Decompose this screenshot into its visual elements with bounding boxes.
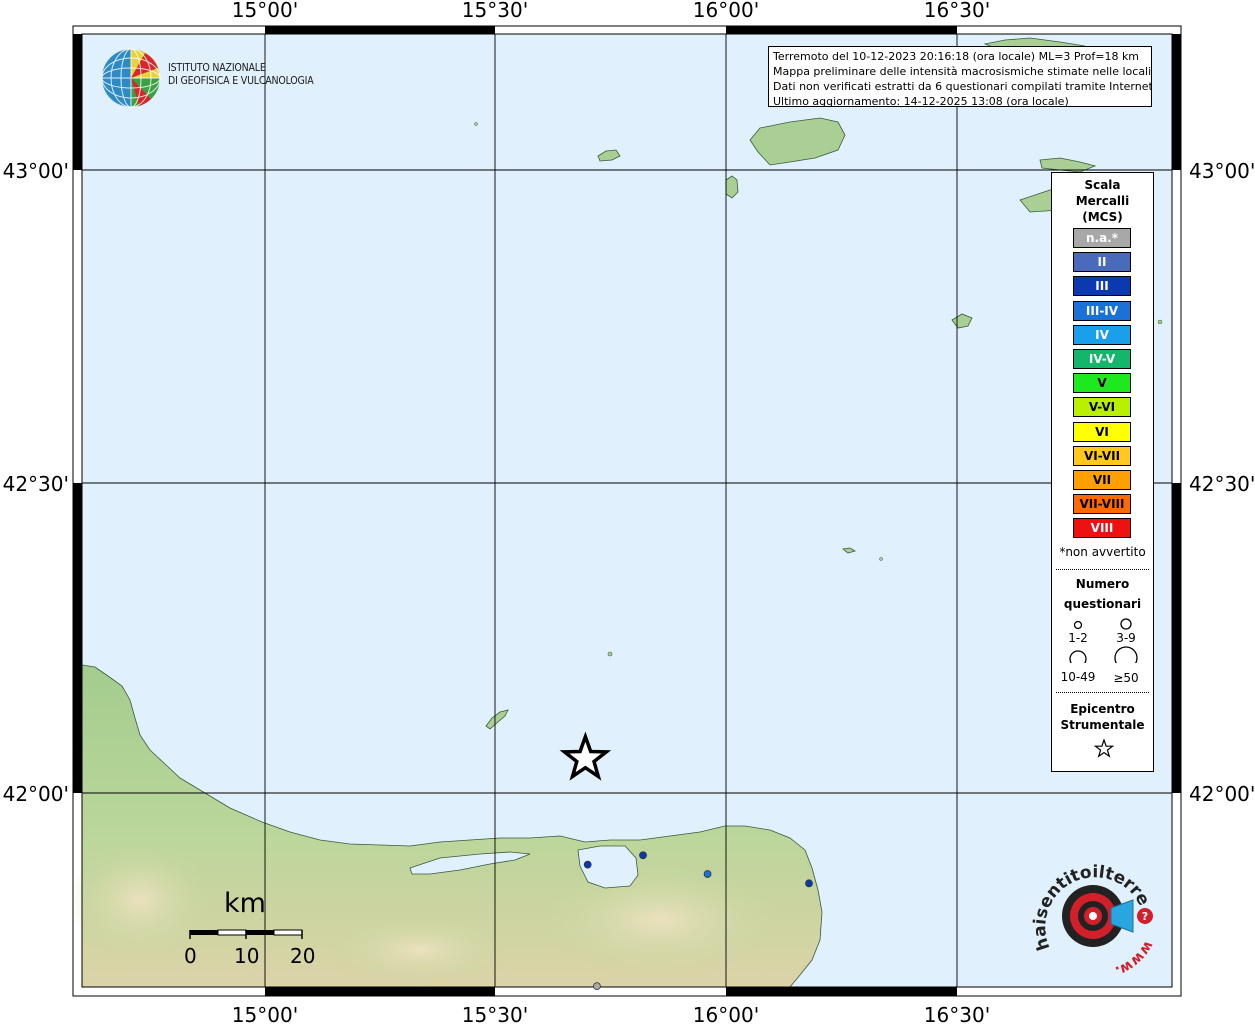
gargano-hills	[540, 865, 780, 975]
legend-swatch: VII-VIII	[1073, 494, 1131, 515]
lat-label-right: 43°00'	[1189, 159, 1255, 183]
legend-swatch: IV	[1073, 324, 1131, 345]
lat-label-right: 42°00'	[1189, 782, 1255, 806]
inland-hills	[70, 840, 210, 960]
epi-title: Epicentro	[1070, 702, 1135, 716]
info-line: Terremoto del 10-12-2023 20:16:18 (ora l…	[773, 50, 1140, 63]
legend-swatch: II	[1073, 252, 1131, 273]
islet-b	[474, 122, 478, 126]
scale-unit: km	[224, 888, 266, 919]
lat-label-left: 42°00'	[3, 782, 69, 806]
islet-a	[879, 557, 883, 561]
inland-hills-2	[330, 915, 510, 985]
ingv-name-line2: DI GEOFISICA E VULCANOLOGIA	[168, 75, 314, 87]
scale-tick-label: 10	[234, 944, 260, 968]
lon-label-top: 16°30'	[924, 0, 990, 22]
scale-tick-label: 20	[290, 944, 316, 968]
top-lon-labels: 15°00' 15°30' 16°00' 16°30'	[232, 0, 990, 22]
right-lat-labels: 43°00' 42°30' 42°00'	[1189, 159, 1255, 806]
info-line: Ultimo aggiornamento: 14-12-2025 13:08 (…	[773, 95, 1069, 107]
count-title: questionari	[1063, 597, 1142, 611]
report-marker	[593, 982, 601, 991]
lon-label-top: 15°00'	[232, 0, 298, 22]
legend-note: *non avvertito	[1059, 545, 1146, 559]
islet-c	[1157, 319, 1163, 325]
count-label: 1-2	[1068, 631, 1088, 645]
legend-title: Mercalli	[1075, 194, 1130, 208]
scale-tick-label: 0	[184, 944, 197, 968]
lon-label-bottom: 15°30'	[462, 1003, 528, 1024]
pianosa-islet	[607, 651, 613, 657]
legend-swatch: IV-V	[1073, 349, 1131, 369]
lat-label-left: 43°00'	[3, 159, 69, 183]
legend-swatch: V-VI	[1073, 397, 1131, 418]
lon-label-bottom: 15°00'	[232, 1003, 298, 1024]
ingv-globe-icon	[101, 48, 161, 108]
circle-size-1	[1073, 620, 1083, 630]
legend-swatch: VI-VII	[1073, 445, 1131, 466]
legend-swatch: V	[1073, 373, 1131, 394]
count-label: 10-49	[1060, 670, 1096, 684]
legend-swatch: VIII	[1073, 518, 1131, 539]
legend-divider	[1056, 692, 1149, 693]
lat-label-right: 42°30'	[1189, 472, 1255, 496]
report-marker	[805, 879, 813, 888]
legend-swatch: VII	[1073, 470, 1131, 490]
circle-size-4	[1114, 646, 1138, 663]
report-marker	[639, 851, 647, 860]
bottom-lon-labels: 15°00' 15°30' 16°00' 16°30'	[232, 1003, 990, 1024]
count-title: Numero	[1075, 577, 1130, 591]
epi-title: Strumentale	[1060, 718, 1145, 732]
count-label: 3-9	[1116, 631, 1136, 645]
left-lat-labels: 43°00' 42°30' 42°00'	[3, 159, 69, 806]
svg-text:?: ?	[1142, 910, 1148, 923]
info-line: Mappa preliminare delle intensità macros…	[773, 65, 1152, 78]
lon-label-top: 16°00'	[693, 0, 759, 22]
epicenter-star-icon	[1094, 739, 1114, 758]
legend-title: Scala	[1084, 178, 1121, 192]
report-marker	[703, 870, 712, 878]
scale-bar	[189, 929, 303, 939]
circle-size-2	[1120, 618, 1132, 630]
legend-swatch: III	[1073, 276, 1131, 297]
legend-swatch: VI	[1073, 421, 1131, 442]
ingv-name-line1: ISTITUTO NAZIONALE	[168, 62, 266, 74]
count-label: ≥50	[1113, 671, 1139, 685]
mcs-legend: Scala Mercalli (MCS) n.a.* II III III-IV IV I…	[1051, 172, 1154, 772]
legend-swatch: n.a.*	[1073, 228, 1131, 248]
lon-label-top: 15°30'	[462, 0, 528, 22]
lon-label-bottom: 16°30'	[924, 1003, 990, 1024]
lat-label-left: 42°30'	[3, 472, 69, 496]
circle-size-3	[1069, 650, 1087, 663]
legend-swatch: III-IV	[1073, 300, 1131, 321]
legend-title: (MCS)	[1082, 210, 1123, 224]
lon-label-bottom: 16°00'	[693, 1003, 759, 1024]
info-line: Dati non verificati estratti da 6 questi…	[773, 80, 1152, 93]
report-marker	[583, 860, 592, 869]
ingv-name: ISTITUTO NAZIONALE DI GEOFISICA E VULCAN…	[168, 62, 314, 88]
legend-divider	[1056, 569, 1149, 570]
event-info-box: Terremoto del 10-12-2023 20:16:18 (ora l…	[768, 46, 1152, 107]
